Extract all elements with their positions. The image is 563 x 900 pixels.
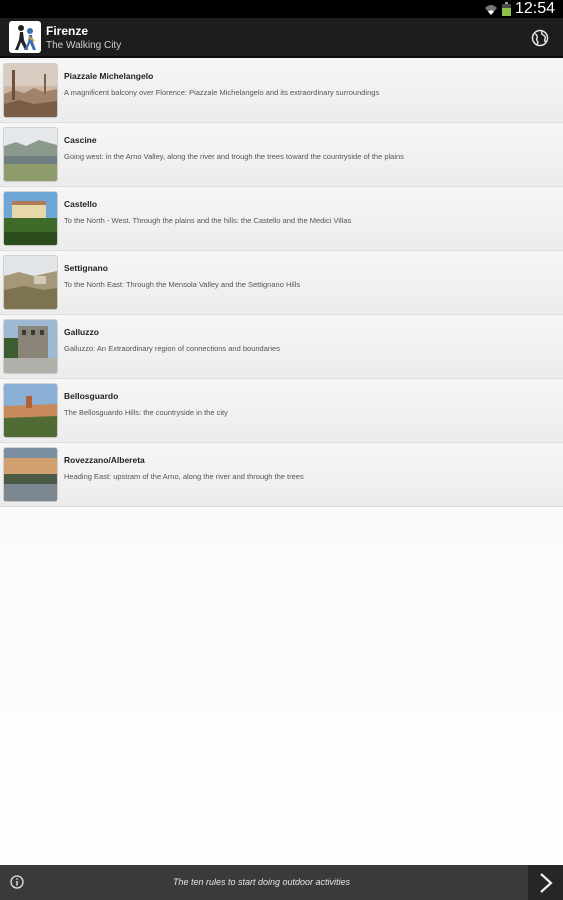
route-title: Castello [64,199,98,209]
globe-icon[interactable] [531,29,549,47]
battery-icon [501,2,511,16]
route-description: The Bellosguardo Hills: the countryside … [64,408,228,417]
route-title: Galluzzo [64,327,99,337]
route-title: Settignano [64,263,108,273]
wifi-icon [484,3,498,15]
route-title: Cascine [64,135,97,145]
list-item[interactable]: Settignano To the North East: Through th… [0,251,563,315]
list-item[interactable]: Castello To the North - West. Through th… [0,187,563,251]
list-item[interactable]: Cascine Going west: in the Arno Valley, … [0,123,563,187]
list-item[interactable]: Bellosguardo The Bellosguardo Hills: the… [0,379,563,443]
route-title: Rovezzano/Albereta [64,455,145,465]
route-title: Bellosguardo [64,391,119,401]
route-description: Heading East: upstram of the Arno, along… [64,472,304,481]
route-thumbnail [4,64,57,117]
route-description: To the North East: Through the Mensola V… [64,280,301,289]
route-description: Going west: in the Arno Valley, along th… [64,152,404,161]
route-title: Piazzale Michelangelo [64,71,154,81]
route-description: To the North - West. Through the plains … [64,216,352,225]
list-item[interactable]: Rovezzano/Albereta Heading East: upstram… [0,443,563,507]
status-icons: 12:54 [484,0,555,18]
route-description: Galluzzo: An Extraordinary region of con… [64,344,280,353]
route-thumbnail [4,384,57,437]
route-thumbnail [4,320,57,373]
status-time: 12:54 [514,0,555,17]
route-thumbnail [4,192,57,245]
bottom-bar-text[interactable]: The ten rules to start doing outdoor act… [0,865,523,900]
route-thumbnail [4,128,57,181]
walking-person-logo-icon[interactable] [9,21,41,53]
list-item[interactable]: Galluzzo Galluzzo: An Extraordinary regi… [0,315,563,379]
chevron-right-icon[interactable] [528,865,563,900]
route-thumbnail [4,256,57,309]
status-bar: 12:54 [0,0,563,18]
bottom-bar[interactable]: The ten rules to start doing outdoor act… [0,865,563,900]
route-thumbnail [4,448,57,501]
list-item[interactable]: Piazzale Michelangelo A magnificent balc… [0,59,563,123]
app-subtitle: The Walking City [46,40,122,51]
route-description: A magnificent balcony over Florence: Pia… [64,88,380,97]
action-bar: Firenze The Walking City [0,18,563,58]
app-title: Firenze [46,24,89,38]
routes-list: Piazzale Michelangelo A magnificent balc… [0,59,563,507]
